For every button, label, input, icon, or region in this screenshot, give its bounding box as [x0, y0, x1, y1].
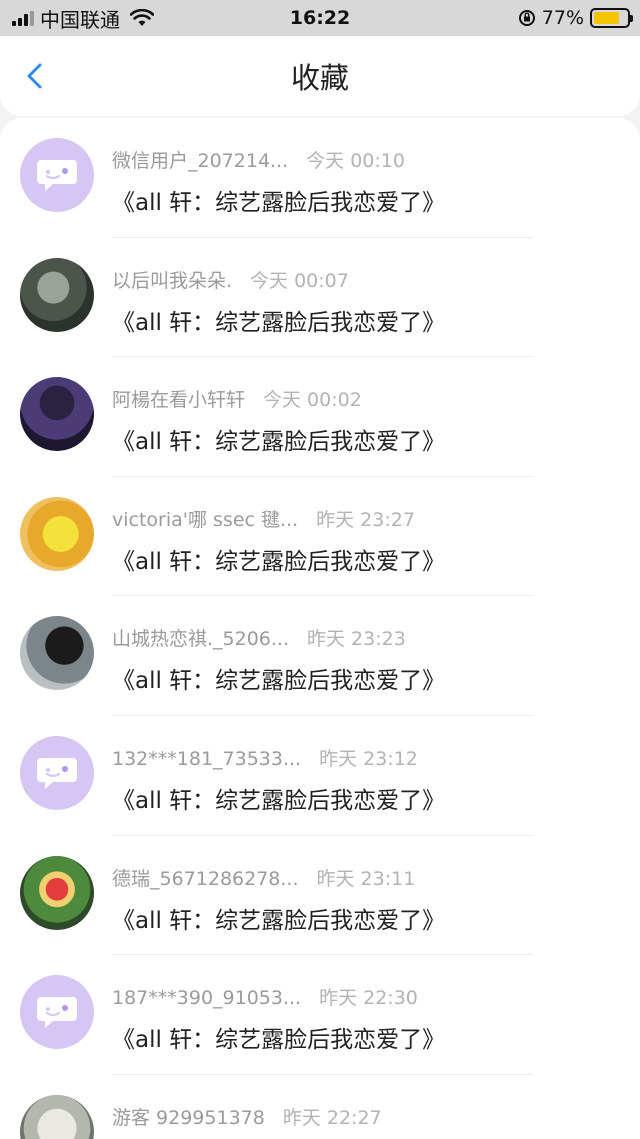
favorites-list: 微信用户_207214... 今天 00:10 《all 轩：综艺露脸后我恋爱了》以… [0, 118, 640, 1139]
timestamp: 昨天 23:11 [316, 867, 416, 890]
list-item-header: 132***181_73533... 昨天 23:12 [112, 744, 445, 771]
list-item-meta: 德瑞_5671286278... 昨天 23:11 《all 轩：综艺露脸后我恋爱了… [112, 856, 445, 935]
status-left: 中国联通 [12, 4, 154, 33]
avatar[interactable] [20, 735, 94, 810]
username: 微信用户_207214... [112, 150, 289, 172]
list-item-header: 187***390_91053... 昨天 22:30 [112, 983, 445, 1010]
avatar[interactable] [20, 855, 94, 930]
list-item-header: 游客 929951378 昨天 22:27 [112, 1103, 445, 1130]
avatar[interactable] [20, 496, 94, 571]
chat-bubble-icon [37, 997, 77, 1029]
orientation-lock-icon [518, 10, 535, 26]
list-item-meta: 山城热恋祺._5206... 昨天 23:23 《all 轩：综艺露脸后我恋爱了》 [112, 616, 445, 695]
timestamp: 昨天 23:12 [319, 747, 418, 770]
timestamp: 昨天 22:30 [319, 987, 418, 1010]
timestamp: 昨天 22:27 [282, 1106, 382, 1129]
avatar[interactable] [20, 138, 94, 212]
username: 132***181_73533... [112, 747, 302, 770]
work-title: 《all 轩：综艺露脸后我恋爱了》 [112, 1027, 446, 1054]
nav-bar: 收藏 [0, 36, 640, 116]
status-time: 16:22 [289, 7, 351, 29]
status-right: 77% [518, 7, 633, 29]
work-title: 《all 轩：综艺露脸后我恋爱了》 [112, 548, 446, 575]
avatar[interactable] [20, 377, 94, 452]
avatar[interactable] [20, 1094, 94, 1139]
list-item-header: 山城热恋祺._5206... 昨天 23:23 [112, 624, 445, 651]
username: 德瑞_5671286278... [112, 867, 299, 890]
wifi-icon [130, 9, 154, 26]
timestamp: 昨天 23:23 [307, 628, 406, 651]
chat-bubble-icon [37, 757, 77, 789]
username: 阿楊在看小轩轩 [112, 389, 246, 412]
list-item-header: 微信用户_207214... 今天 00:10 [112, 146, 445, 173]
work-title: 《all 轩：综艺露脸后我恋爱了》 [112, 787, 446, 814]
list-item[interactable]: 德瑞_5671286278... 昨天 23:11 《all 轩：综艺露脸后我恋爱了… [0, 836, 640, 956]
username: 山城热恋祺._5206... [112, 628, 290, 651]
list-item-meta: victoria'哪 ssec 毽... 昨天 23:27 《all 轩：综艺露脸后… [112, 497, 445, 576]
list-item[interactable]: 以后叫我朵朵. 今天 00:07 《all 轩：综艺露脸后我恋爱了》 [0, 238, 640, 358]
list-item[interactable]: 游客 929951378昨天 22:27《all 轩：综艺露脸后我恋爱了》 [0, 1075, 640, 1139]
username: victoria'哪 ssec 毽... [112, 508, 299, 531]
timestamp: 昨天 23:27 [316, 508, 415, 531]
list-item-header: 以后叫我朵朵. 今天 00:07 [112, 266, 445, 293]
list-item[interactable]: victoria'哪 ssec 毽... 昨天 23:27 《all 轩：综艺露脸后… [0, 477, 640, 597]
list-item[interactable]: 132***181_73533... 昨天 23:12 《all 轩：综艺露脸后我恋… [0, 716, 640, 836]
status-bar: 中国联通 16:22 77% [0, 0, 640, 36]
list-item-header: victoria'哪 ssec 毽... 昨天 23:27 [112, 505, 445, 532]
list-item-meta: 游客 929951378昨天 22:27《all 轩：综艺露脸后我恋爱了》 [112, 1095, 445, 1139]
list-item-meta: 微信用户_207214... 今天 00:10 《all 轩：综艺露脸后我恋爱了》 [112, 138, 445, 217]
timestamp: 今天 00:02 [263, 389, 362, 412]
username: 游客 929951378 [112, 1106, 265, 1129]
carrier-label: 中国联通 [40, 7, 120, 32]
list-item[interactable]: 山城热恋祺._5206... 昨天 23:23 《all 轩：综艺露脸后我恋爱了》 [0, 596, 640, 716]
avatar[interactable] [20, 257, 94, 332]
list-item-meta: 132***181_73533... 昨天 23:12 《all 轩：综艺露脸后我恋… [112, 736, 445, 815]
avatar[interactable] [20, 616, 94, 691]
work-title: 《all 轩：综艺露脸后我恋爱了》 [112, 668, 446, 695]
work-title: 《all 轩：综艺露脸后我恋爱了》 [112, 907, 446, 934]
list-item[interactable]: 阿楊在看小轩轩 今天 00:02 《all 轩：综艺露脸后我恋爱了》 [0, 357, 640, 477]
timestamp: 今天 00:07 [250, 269, 349, 292]
list-item-meta: 以后叫我朵朵. 今天 00:07 《all 轩：综艺露脸后我恋爱了》 [112, 258, 445, 337]
timestamp: 今天 00:10 [306, 150, 405, 172]
username: 以后叫我朵朵. [112, 269, 233, 292]
username: 187***390_91053... [112, 987, 302, 1010]
work-title: 《all 轩：综艺露脸后我恋爱了》 [112, 429, 446, 456]
work-title: 《all 轩：综艺露脸后我恋爱了》 [112, 190, 446, 216]
chat-bubble-icon [37, 160, 77, 191]
list-item-header: 德瑞_5671286278... 昨天 23:11 [112, 864, 445, 891]
list-item[interactable]: 微信用户_207214... 今天 00:10 《all 轩：综艺露脸后我恋爱了》 [0, 118, 640, 238]
signal-icon [12, 10, 34, 26]
page-title: 收藏 [290, 61, 349, 95]
list-item[interactable]: 187***390_91053... 昨天 22:30 《all 轩：综艺露脸后我恋… [0, 955, 640, 1075]
list-item-meta: 187***390_91053... 昨天 22:30 《all 轩：综艺露脸后我恋… [112, 975, 445, 1054]
chevron-left-icon[interactable] [22, 62, 50, 90]
list-item-meta: 阿楊在看小轩轩 今天 00:02 《all 轩：综艺露脸后我恋爱了》 [112, 377, 445, 456]
work-title: 《all 轩：综艺露脸后我恋爱了》 [112, 309, 446, 336]
avatar[interactable] [20, 975, 94, 1050]
battery-level [594, 12, 619, 24]
battery-percent: 77% [541, 7, 584, 29]
battery-icon [590, 8, 633, 28]
list-item-header: 阿楊在看小轩轩 今天 00:02 [112, 385, 445, 412]
